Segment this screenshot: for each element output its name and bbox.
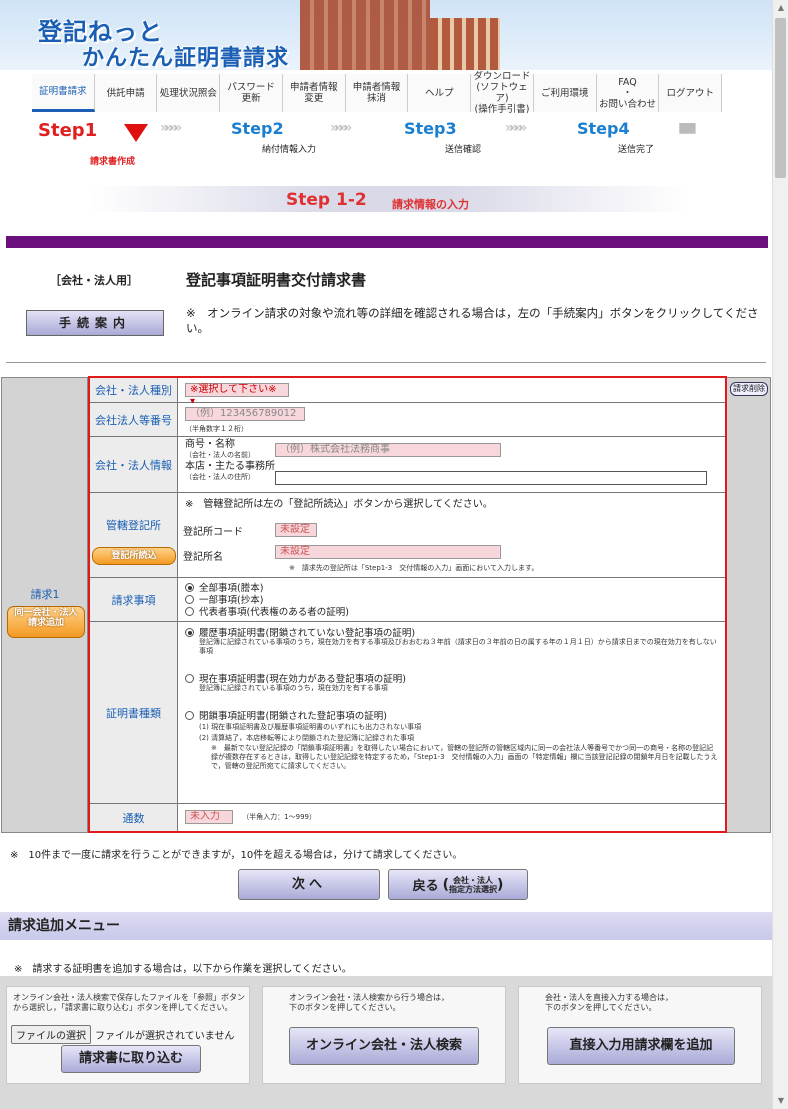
nav-item-4[interactable]: 申請者情報 変更 xyxy=(282,74,346,112)
chevron-icon: »»»» xyxy=(160,120,182,136)
file-status: ファイルが選択されていません xyxy=(95,1031,235,1042)
current-step-subtitle: 請求情報の入力 xyxy=(392,198,469,211)
file-select-button[interactable]: ファイルの選択 xyxy=(11,1025,91,1044)
scroll-down-icon[interactable]: ▼ xyxy=(773,1093,788,1109)
main-content: 登記ねっと かんたん証明書請求 証明書請求 供託申請 処理状況照会 パスワード 更新申… xyxy=(0,0,772,1109)
scrollbar-thumb[interactable] xyxy=(775,18,786,178)
step1-label: Step1 xyxy=(38,120,98,141)
building-image xyxy=(300,0,430,70)
building-image-wing xyxy=(430,18,500,70)
main-nav: 証明書請求 供託申請 処理状況照会 パスワード 更新 申請者情報 変更 申請者情報 抹消ヘ… xyxy=(32,71,723,115)
paren-close-icon: ) xyxy=(497,876,504,893)
nav-item-6[interactable]: ヘルプ xyxy=(408,74,472,112)
scroll-up-icon[interactable]: ▲ xyxy=(773,0,788,16)
step4-label: Step4 xyxy=(577,119,630,138)
request-left-column: 請求1 同一会社・法人 請求追加 xyxy=(2,378,88,832)
divider-bar xyxy=(6,236,768,248)
nav-item-8[interactable]: ご利用環境 xyxy=(533,74,597,112)
direct-input-text: 会社・法人を直接入力する場合は， 下のボタンを押してください。 xyxy=(545,993,673,1012)
next-button[interactable]: 次へ xyxy=(238,869,380,900)
step3-label: Step3 xyxy=(404,119,457,138)
nav-item-9[interactable]: FAQ ・ お問い合わせ xyxy=(596,74,660,112)
limit-note: ※ 10件まで一度に請求を行うことができますが，10件を超える場合は，分けて請求… xyxy=(10,850,463,861)
back-button[interactable]: 戻る ( 会社・法人 指定方法選択 ) xyxy=(388,869,528,900)
add-menu-panel: オンライン会社・法人検索で保存したファイルを「参照」ボタンから選択し，「請求書に… xyxy=(0,976,772,1109)
nav-item-1[interactable]: 供託申請 xyxy=(94,74,158,112)
online-search-box: オンライン会社・法人検索から行う場合は， 下のボタンを押してください。 オンライ… xyxy=(262,986,506,1084)
chevron-icon: »»»» xyxy=(330,120,352,136)
online-search-button[interactable]: オンライン会社・法人検索 xyxy=(289,1027,479,1065)
add-same-company-label: 同一会社・法人 請求追加 xyxy=(14,608,78,628)
site-header: 登記ねっと かんたん証明書請求 xyxy=(0,0,772,71)
chevron-icon: »»»» xyxy=(505,120,527,136)
add-menu-title: 請求追加メニュー xyxy=(0,912,772,940)
step2-label: Step2 xyxy=(231,119,284,138)
guide-note: ※ オンライン請求の対象や流れ等の詳細を確認される場合は，左の「手続案内」ボタン… xyxy=(186,306,759,335)
back-button-sub: 会社・法人 指定方法選択 xyxy=(449,875,497,894)
chevron-icon: ▮▮▮▮ xyxy=(678,120,697,136)
direct-input-button[interactable]: 直接入力用請求欄を追加 xyxy=(547,1027,735,1065)
form-highlight-frame xyxy=(88,376,727,833)
form-title: 登記事項証明書交付請求書 xyxy=(186,271,367,289)
step4-sub: 送信完了 xyxy=(618,145,655,155)
direct-input-box: 会社・法人を直接入力する場合は， 下のボタンを押してください。 直接入力用請求欄… xyxy=(518,986,762,1084)
current-step-banner xyxy=(90,186,690,212)
import-file-text: オンライン会社・法人検索で保存したファイルを「参照」ボタンから選択し，「請求書に… xyxy=(13,993,245,1012)
online-search-text: オンライン会社・法人検索から行う場合は， 下のボタンを押してください。 xyxy=(289,993,449,1012)
page: 登記ねっと かんたん証明書請求 証明書請求 供託申請 処理状況照会 パスワード 更新申… xyxy=(0,0,788,1109)
nav-item-0[interactable]: 証明書請求 xyxy=(32,74,95,112)
nav-item-5[interactable]: 申請者情報 抹消 xyxy=(345,74,409,112)
file-input[interactable]: ファイルの選択 ファイルが選択されていません xyxy=(11,1025,234,1044)
nav-item-2[interactable]: 処理状況照会 xyxy=(157,74,221,112)
add-same-company-button[interactable]: 同一会社・法人 請求追加 xyxy=(7,606,85,638)
import-file-box: オンライン会社・法人検索で保存したファイルを「参照」ボタンから選択し，「請求書に… xyxy=(6,986,250,1084)
step-indicator: Step1 請求書作成 »»»» Step2 納付情報入力 »»»» Step3… xyxy=(0,114,772,170)
step3-sub: 送信確認 xyxy=(445,145,482,155)
vertical-scrollbar[interactable]: ▲ ▼ xyxy=(772,0,788,1109)
nav-item-7[interactable]: ダウンロード (ソフトウェア) (操作手引書) xyxy=(471,71,534,115)
current-step-title: Step 1-2 xyxy=(286,190,367,210)
nav-item-3[interactable]: パスワード 更新 xyxy=(220,74,283,112)
delete-request-button[interactable]: 請求削除 xyxy=(730,382,768,396)
usage-label: ［会社・法人用］ xyxy=(50,274,138,287)
request-number-label: 請求1 xyxy=(30,588,60,601)
step2-sub: 納付情報入力 xyxy=(262,145,317,155)
logo-line2: かんたん証明書請求 xyxy=(82,46,290,71)
add-menu-note: ※ 請求する証明書を追加する場合は，以下から作業を選択してください。 xyxy=(14,964,352,975)
current-step-arrow-icon xyxy=(124,124,148,142)
nav-item-10[interactable]: ログアウト xyxy=(659,74,723,112)
import-file-button[interactable]: 請求書に取り込む xyxy=(61,1045,201,1073)
step1-sub: 請求書作成 xyxy=(90,157,136,167)
back-button-label: 戻る xyxy=(412,879,439,894)
guide-button[interactable]: 手続案内 xyxy=(26,310,164,336)
divider xyxy=(6,362,766,363)
